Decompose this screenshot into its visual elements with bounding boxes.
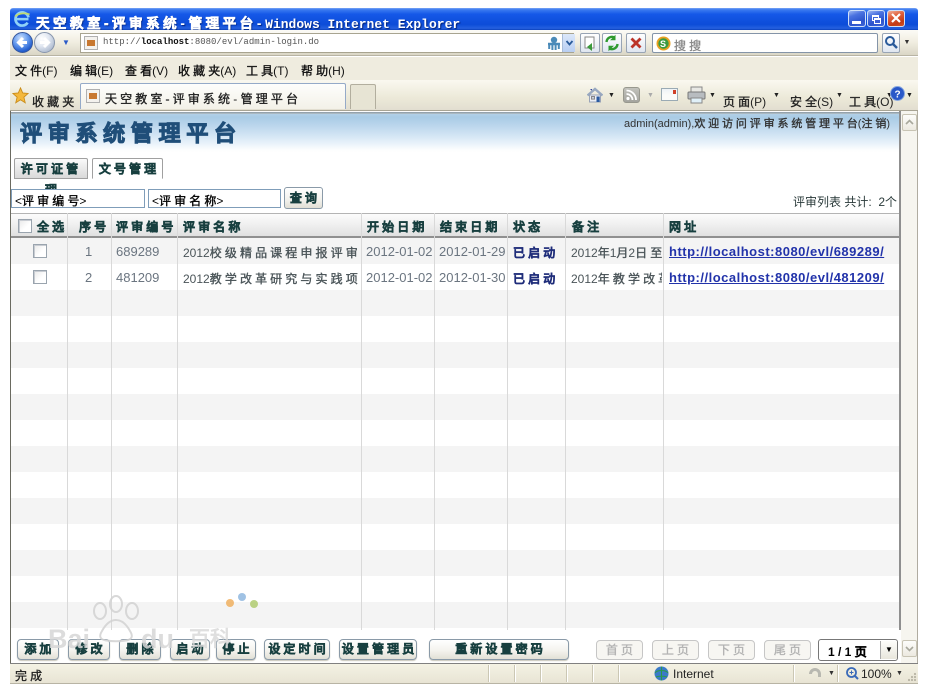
svg-text:?: ? (895, 90, 901, 101)
svg-text:du: du (141, 624, 174, 654)
svg-text:S: S (660, 39, 666, 49)
svg-text:百科: 百科 (189, 627, 231, 651)
svg-text:Bai: Bai (48, 624, 90, 654)
